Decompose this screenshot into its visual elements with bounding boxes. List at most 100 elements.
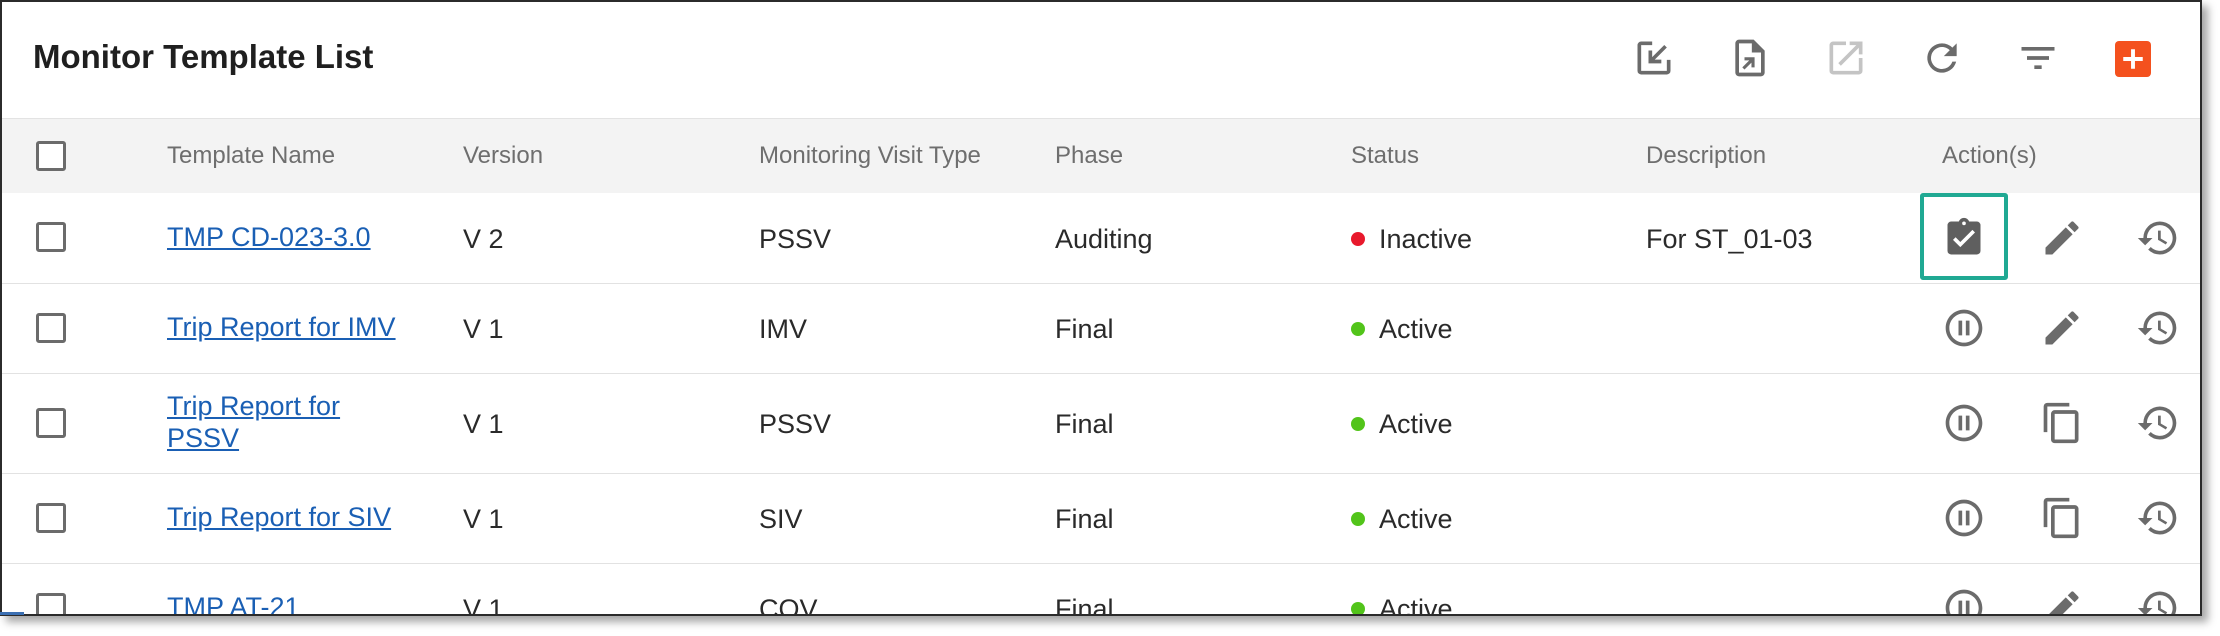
version-cell: V 1 [463, 409, 504, 439]
history-icon [2137, 591, 2177, 614]
edit-button[interactable] [2038, 214, 2086, 262]
visit-type-cell: PSSV [759, 409, 832, 439]
edit-pencil-icon [2045, 311, 2079, 345]
refresh-button[interactable] [1918, 34, 1966, 82]
description-cell: For ST_01-03 [1646, 224, 1813, 254]
edit-pencil-icon [2049, 591, 2079, 614]
column-header-status[interactable]: Status [1351, 119, 1419, 193]
history-icon [2137, 311, 2177, 345]
history-icon [2137, 221, 2177, 255]
pause-button[interactable] [1940, 399, 1988, 447]
page-title: Monitor Template List [33, 38, 374, 75]
visit-type-cell: IMV [759, 314, 808, 344]
pause-button[interactable] [1940, 584, 1988, 614]
edit-pencil-icon [2045, 221, 2079, 255]
row-checkbox[interactable] [36, 313, 66, 343]
copy-button[interactable] [2038, 494, 2086, 542]
status-dot [1351, 231, 1365, 246]
filter-icon [2021, 47, 2055, 69]
phase-cell: Final [1055, 409, 1114, 439]
pause-circle-icon [1945, 589, 1983, 614]
history-button[interactable] [2134, 399, 2182, 447]
table-row: Trip Report for SIV V 1 SIV Final Active [2, 474, 2200, 564]
pause-circle-icon [1945, 499, 1983, 537]
pause-circle-icon [1945, 404, 1983, 442]
column-header-phase[interactable]: Phase [1055, 119, 1123, 193]
status-cell: Inactive [1351, 224, 1472, 255]
export-button[interactable] [1726, 34, 1774, 82]
page-header: Monitor Template List [2, 2, 2200, 118]
template-name-link[interactable]: Trip Report for PSSV [167, 390, 340, 454]
open-external-icon [1829, 41, 1863, 75]
row-checkbox[interactable] [36, 222, 66, 252]
column-header-template-name[interactable]: Template Name [167, 119, 335, 193]
status-label: Active [1379, 314, 1453, 344]
status-dot [1351, 601, 1365, 614]
edit-button[interactable] [2038, 304, 2086, 352]
add-template-button[interactable] [2115, 41, 2151, 77]
table-row: Trip Report for PSSV V 1 PSSV Final Activ… [2, 374, 2200, 474]
status-label: Active [1379, 504, 1453, 534]
add-icon [2123, 49, 2143, 69]
template-name-line1: Trip Report for [167, 391, 341, 421]
status-label: Active [1379, 594, 1453, 616]
pause-button[interactable] [1940, 494, 1988, 542]
visit-type-cell: COV [759, 594, 818, 616]
phase-cell: Final [1055, 594, 1114, 616]
visit-type-cell: SIV [759, 504, 803, 534]
history-button[interactable] [2134, 584, 2182, 614]
import-button[interactable] [1630, 34, 1678, 82]
copy-icon [2043, 402, 2079, 444]
column-header-monitoring-visit-type[interactable]: Monitoring Visit Type [759, 119, 981, 193]
row-checkbox[interactable] [36, 408, 66, 438]
pause-circle-icon [1945, 309, 1983, 347]
refresh-icon [1927, 43, 1957, 73]
phase-cell: Final [1055, 504, 1114, 534]
history-button[interactable] [2134, 494, 2182, 542]
select-all-checkbox[interactable] [36, 141, 66, 171]
status-cell: Active [1351, 409, 1453, 440]
status-label: Inactive [1379, 224, 1473, 254]
copy-icon [2043, 497, 2079, 539]
pause-button[interactable] [1940, 304, 1988, 352]
history-icon [2137, 406, 2177, 440]
copy-button[interactable] [2038, 399, 2086, 447]
table-header: Template Name Version Monitoring Visit T… [2, 118, 2200, 194]
status-cell: Active [1351, 594, 1453, 616]
status-dot [1351, 416, 1365, 431]
version-cell: V 1 [463, 314, 504, 344]
open-external-button[interactable] [1822, 34, 1870, 82]
history-button[interactable] [2134, 214, 2182, 262]
template-name-link[interactable]: TMP CD-023-3.0 [167, 221, 371, 253]
table-row: TMP AT-21 V 1 COV Final Active [2, 564, 2200, 616]
template-name-link[interactable]: Trip Report for IMV [167, 311, 396, 343]
column-header-actions: Action(s) [1942, 142, 2037, 169]
version-cell: V 1 [463, 504, 504, 534]
template-name-link[interactable]: TMP AT-21 [167, 591, 300, 614]
version-cell: V 2 [463, 224, 504, 254]
history-button[interactable] [2134, 304, 2182, 352]
template-name-link[interactable]: Trip Report for SIV [167, 501, 391, 533]
export-file-icon [1735, 39, 1765, 77]
status-dot [1351, 511, 1365, 526]
filter-button[interactable] [2014, 34, 2062, 82]
table-row: TMP CD-023-3.0 V 2 PSSV Auditing Inactiv… [2, 193, 2200, 284]
row-checkbox[interactable] [36, 593, 66, 614]
monitor-template-panel: Monitor Template List Template Name Vers… [0, 0, 2202, 616]
approve-highlight-box [1920, 193, 2008, 280]
status-cell: Active [1351, 314, 1453, 345]
template-name-line2: PSSV [167, 423, 240, 453]
status-label: Active [1379, 409, 1453, 439]
status-dot [1351, 321, 1365, 336]
history-icon [2137, 501, 2177, 535]
column-header-description[interactable]: Description [1646, 119, 1766, 193]
phase-cell: Auditing [1055, 224, 1153, 254]
edit-button[interactable] [2038, 584, 2086, 614]
visit-type-cell: PSSV [759, 224, 832, 254]
scroll-edge-marker [0, 612, 24, 615]
version-cell: V 1 [463, 594, 504, 616]
phase-cell: Final [1055, 314, 1114, 344]
status-cell: Active [1351, 504, 1453, 535]
row-checkbox[interactable] [36, 503, 66, 533]
column-header-version[interactable]: Version [463, 119, 543, 193]
